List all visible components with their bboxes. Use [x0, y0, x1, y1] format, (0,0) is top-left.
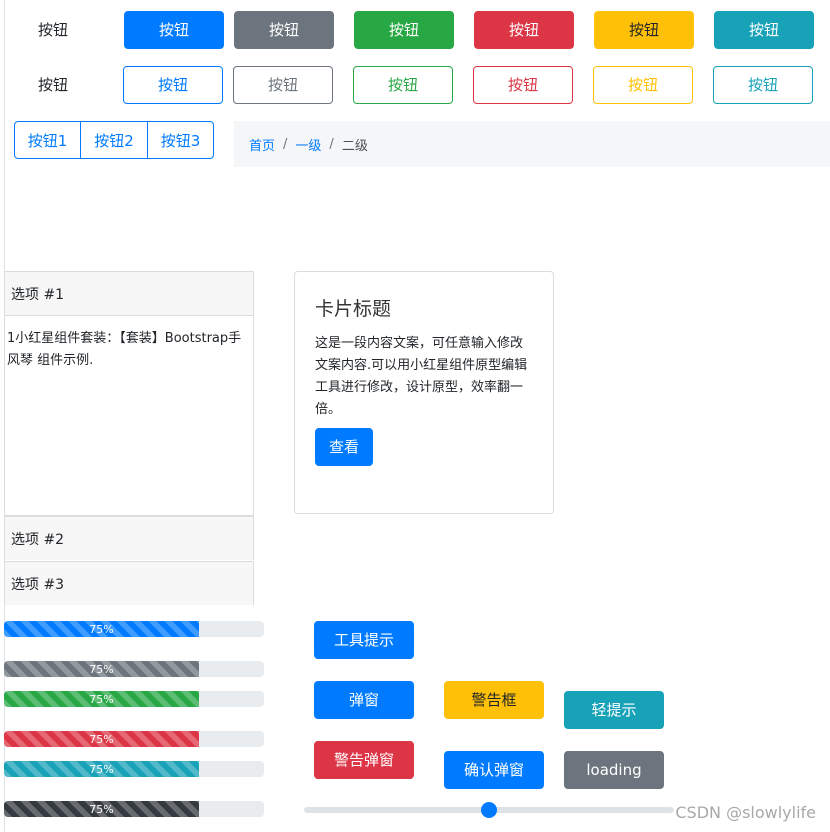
progress-bar-dark: 75% [4, 801, 264, 817]
breadcrumb-separator: / [283, 136, 288, 152]
accordion-item-1: 选项 #1 1小红星组件套装：【套装】Bootstrap手风琴 组件示例. [4, 271, 254, 516]
button-outline-primary[interactable]: 按钮 [123, 66, 223, 104]
progress-bar-secondary: 75% [4, 661, 264, 677]
button-outline-warning[interactable]: 按钮 [593, 66, 693, 104]
progress-fill: 75% [4, 661, 199, 677]
accordion-body-1: 1小红星组件套装：【套装】Bootstrap手风琴 组件示例. [5, 315, 253, 372]
modal-button[interactable]: 弹窗 [314, 681, 414, 719]
breadcrumb-current: 二级 [341, 138, 368, 154]
group-button-1[interactable]: 按钮1 [14, 121, 81, 159]
button-group: 按钮1 按钮2 按钮3 [14, 121, 214, 159]
progress-bar-danger: 75% [4, 731, 264, 747]
button-secondary[interactable]: 按钮 [234, 11, 334, 49]
accordion-header-2[interactable]: 选项 #2 [5, 517, 253, 560]
group-button-3[interactable]: 按钮3 [147, 121, 214, 159]
button-outline-info[interactable]: 按钮 [713, 66, 813, 104]
button-primary[interactable]: 按钮 [124, 11, 224, 49]
accordion-header-3[interactable]: 选项 #3 [5, 562, 253, 605]
button-success[interactable]: 按钮 [354, 11, 454, 49]
accordion-header-1[interactable]: 选项 #1 [5, 272, 253, 315]
card-text: 这是一段内容文案，可任意输入修改文案内容.可以用小红星组件原型编辑工具进行修改，… [315, 336, 528, 417]
progress-fill: 75% [4, 731, 199, 747]
range-slider[interactable] [304, 800, 674, 820]
button-info[interactable]: 按钮 [714, 11, 814, 49]
progress-bar-success: 75% [4, 691, 264, 707]
plain-button-label[interactable]: 按钮 [38, 11, 68, 49]
confirm-modal-button[interactable]: 确认弹窗 [444, 751, 544, 789]
button-outline-secondary[interactable]: 按钮 [233, 66, 333, 104]
breadcrumb: 首页 / 一级 / 二级 [234, 121, 830, 167]
accordion-item-3: 选项 #3 [4, 561, 254, 605]
card-title: 卡片标题 [315, 298, 392, 320]
progress-bar-info: 75% [4, 761, 264, 777]
progress-fill: 75% [4, 691, 199, 707]
progress-fill: 75% [4, 621, 199, 637]
button-outline-danger[interactable]: 按钮 [473, 66, 573, 104]
alert-modal-button[interactable]: 警告弹窗 [314, 741, 414, 779]
button-warning[interactable]: 按钮 [594, 11, 694, 49]
tooltip-button[interactable]: 工具提示 [314, 621, 414, 659]
breadcrumb-separator: / [329, 136, 334, 152]
button-danger[interactable]: 按钮 [474, 11, 574, 49]
card: 卡片标题 这是一段内容文案，可任意输入修改文案内容.可以用小红星组件原型编辑工具… [294, 271, 554, 514]
plain-button-label-2[interactable]: 按钮 [38, 66, 68, 104]
progress-fill: 75% [4, 761, 199, 777]
button-outline-success[interactable]: 按钮 [353, 66, 453, 104]
alert-button[interactable]: 警告框 [444, 681, 544, 719]
slider-thumb[interactable] [481, 802, 497, 818]
group-button-2[interactable]: 按钮2 [80, 121, 148, 159]
loading-button[interactable]: loading [564, 751, 664, 789]
card-view-button[interactable]: 查看 [315, 428, 373, 466]
breadcrumb-home[interactable]: 首页 [249, 135, 275, 154]
accordion-item-2: 选项 #2 [4, 516, 254, 560]
toast-button[interactable]: 轻提示 [564, 691, 664, 729]
breadcrumb-level-1[interactable]: 一级 [295, 135, 321, 154]
watermark: CSDN @slowlylife [675, 803, 816, 822]
progress-fill: 75% [4, 801, 199, 817]
progress-bar-primary: 75% [4, 621, 264, 637]
